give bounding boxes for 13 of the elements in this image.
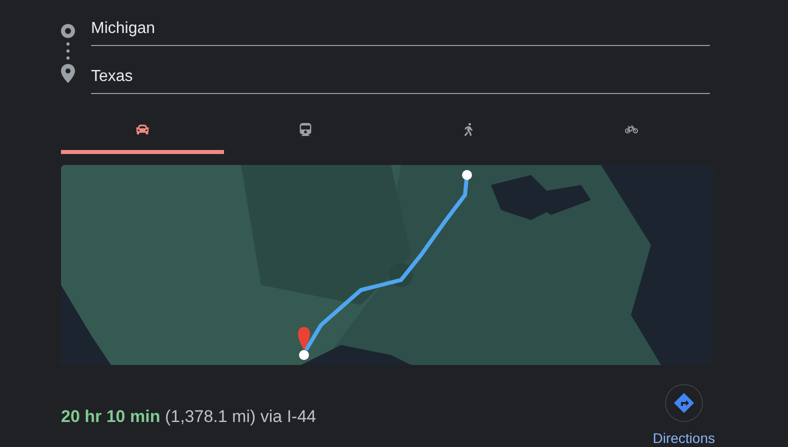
pin-icon <box>61 64 75 83</box>
bike-icon <box>625 122 638 136</box>
trip-details: (1,378.1 mi) via I-44 <box>164 407 316 426</box>
transit-icon <box>299 122 312 136</box>
dots-icon <box>66 41 70 61</box>
directions-button[interactable]: Directions <box>652 384 715 447</box>
car-icon <box>136 122 149 136</box>
trip-duration: 20 hr 10 min <box>61 407 160 426</box>
destination-field[interactable]: Texas <box>91 62 710 94</box>
directions-icon <box>672 392 695 414</box>
walk-icon <box>462 122 475 136</box>
origin-circle-icon <box>61 24 75 38</box>
origin-field[interactable]: Michigan <box>91 14 710 46</box>
